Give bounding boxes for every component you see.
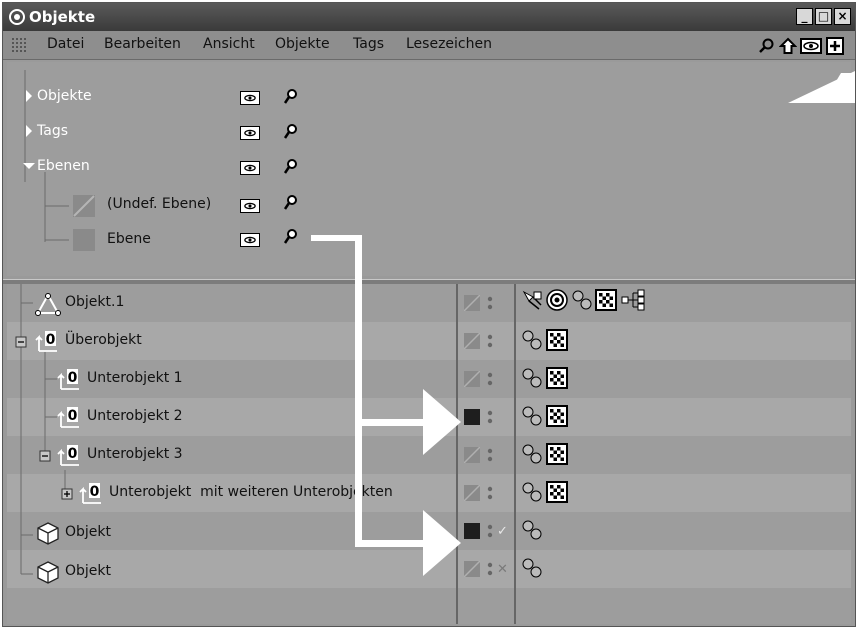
search-icon[interactable] [282,88,300,106]
null-object-icon: 0 [79,483,101,504]
layer-swatch-ebene [73,229,95,251]
visibility-dots[interactable] [487,333,493,349]
window-title: Objekte [29,8,96,26]
eye-icon[interactable] [240,126,260,140]
eye-icon[interactable] [240,199,260,213]
menu-ansicht[interactable]: Ansicht [203,36,255,52]
home-icon[interactable] [779,37,797,55]
column-separator[interactable] [514,284,516,624]
phong-tag-icon[interactable] [521,367,543,389]
layer-color-swatch[interactable] [464,447,480,463]
cube-icon [37,522,59,545]
phong-tag-icon[interactable] [521,519,543,541]
texture-tag-icon[interactable] [546,481,568,503]
texture-tag-icon[interactable] [595,289,617,311]
svg-text:0: 0 [68,408,78,424]
menu-bearbeiten[interactable]: Bearbeiten [104,36,181,52]
layer-color-swatch[interactable] [464,295,480,311]
phong-tag-icon[interactable] [521,405,543,427]
layer-ebene[interactable]: Ebene [107,231,151,247]
layer-category-objekte[interactable]: Objekte [37,88,92,104]
title-bar[interactable]: Objekte _ □ × [3,3,855,31]
object-name[interactable]: Unterobjekt 2 [87,408,183,424]
objekte-window: Objekte _ □ × Datei Bearbeiten Ansicht O… [2,2,856,627]
visibility-dots[interactable] [487,485,493,501]
menu-objekte[interactable]: Objekte [275,36,330,52]
display-tag-icon[interactable] [521,289,543,311]
texture-tag-icon[interactable] [546,405,568,427]
minimize-button[interactable]: _ [796,8,813,25]
texture-tag-icon[interactable] [546,329,568,351]
svg-text:0: 0 [46,332,56,348]
maximize-button[interactable]: □ [815,8,832,25]
menu-lesezeichen[interactable]: Lesezeichen [406,36,492,52]
null-object-icon: 0 [35,331,57,352]
eye-icon[interactable] [240,161,260,175]
visibility-dots[interactable] [487,409,493,425]
svg-text:0: 0 [68,370,78,386]
object-name[interactable]: Objekt.1 [65,294,124,310]
layer-color-swatch[interactable] [464,409,480,425]
menu-datei[interactable]: Datei [47,36,84,52]
texture-tag-icon[interactable] [546,367,568,389]
null-triangle-icon [35,292,61,316]
texture-tag-icon[interactable] [546,443,568,465]
close-button[interactable]: × [834,8,851,25]
search-icon[interactable] [282,228,300,246]
enabled-check[interactable]: ✓ [497,524,508,539]
object-name[interactable]: Objekt [65,563,111,579]
layer-color-swatch[interactable] [464,561,480,577]
layer-color-swatch[interactable] [464,523,480,539]
app-icon [9,9,25,25]
visibility-dots[interactable] [487,295,493,311]
phong-tag-icon[interactable] [521,329,543,351]
visibility-dots[interactable] [487,523,493,539]
add-icon[interactable] [826,37,844,55]
menu-bar: Datei Bearbeiten Ansicht Objekte Tags Le… [3,31,855,60]
xpresso-tag-icon[interactable] [621,289,647,311]
object-name[interactable]: Unterobjekt 1 [87,370,183,386]
cube-icon [37,561,59,584]
search-icon[interactable] [282,123,300,141]
phong-tag-icon[interactable] [521,443,543,465]
svg-text:0: 0 [68,446,78,462]
phong-tag-icon[interactable] [571,289,593,311]
search-icon[interactable] [757,37,775,55]
svg-text:0: 0 [90,484,100,500]
layer-color-swatch[interactable] [464,371,480,387]
phong-tag-icon[interactable] [521,557,543,579]
visibility-dots[interactable] [487,447,493,463]
object-name[interactable]: Überobjekt [65,332,142,348]
object-manager: 0 0 0 0 0 Objekt.1 Überobjekt Unterobjek… [7,284,851,624]
eye-icon[interactable] [800,37,822,55]
phong-tag-icon[interactable] [521,481,543,503]
null-object-icon: 0 [57,369,79,390]
layer-color-swatch[interactable] [464,333,480,349]
target-tag-icon[interactable] [546,289,568,311]
null-object-icon: 0 [57,445,79,466]
layer-category-tags[interactable]: Tags [37,123,68,139]
disabled-cross[interactable]: ✕ [497,562,508,577]
object-name[interactable]: Unterobjekt 3 [87,446,183,462]
null-object-icon: 0 [57,407,79,428]
eye-icon[interactable] [240,233,260,247]
eye-icon[interactable] [240,91,260,105]
visibility-dots[interactable] [487,371,493,387]
layer-color-swatch[interactable] [464,485,480,501]
layer-category-ebenen[interactable]: Ebenen [37,158,90,174]
search-icon[interactable] [282,194,300,212]
search-icon[interactable] [282,158,300,176]
visibility-dots[interactable] [487,561,493,577]
grip-icon[interactable] [11,37,27,53]
object-name[interactable]: Unterobjekt mit weiteren Unterobjekten [109,484,393,500]
layer-browser: Objekte Tags Ebenen (Undef. Ebene) Ebene [7,62,851,276]
layer-undef-ebene[interactable]: (Undef. Ebene) [107,196,211,212]
layer-swatch-undefined [73,195,95,217]
menu-tags[interactable]: Tags [353,36,384,52]
object-name[interactable]: Objekt [65,524,111,540]
